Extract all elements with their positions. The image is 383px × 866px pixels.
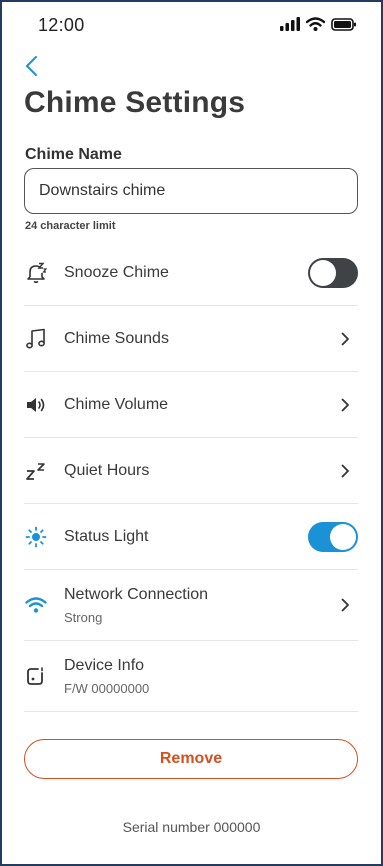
wifi-status-icon [305,17,326,36]
wifi-icon [24,593,48,617]
device-info-row[interactable]: Device Info F/W 00000000 [24,641,358,712]
page-title: Chime Settings [24,86,246,119]
chevron-right-icon [338,597,352,613]
character-limit-hint: 24 character limit [25,220,116,232]
status-icons [280,17,357,36]
phone-screen: 12:00 Chime Settings Chime Name Downstai… [0,0,383,866]
chevron-right-icon [338,331,352,347]
network-strength-value: Strong [64,609,103,625]
network-connection-row[interactable]: Network Connection Strong [24,570,358,641]
chime-volume-label: Chime Volume [64,395,169,413]
snooze-chime-label: Snooze Chime [64,263,169,281]
sun-light-icon [24,525,48,549]
device-info-label: Device Info [64,656,145,674]
status-light-row: Status Light [24,504,358,570]
snooze-chime-text: Snooze Chime [64,264,169,282]
network-connection-text: Network Connection Strong [64,586,208,625]
chime-name-input[interactable] [24,168,358,214]
chime-sounds-row[interactable]: Chime Sounds [24,306,358,372]
chevron-left-icon [24,55,38,82]
status-bar: 12:00 [2,2,381,52]
snooze-chime-row: Snooze Chime [24,240,358,306]
chime-volume-text: Chime Volume [64,396,168,414]
battery-icon [331,17,357,36]
status-light-text: Status Light [64,528,149,546]
back-button[interactable] [16,52,46,84]
network-connection-label: Network Connection [64,585,209,603]
chime-sounds-text: Chime Sounds [64,330,169,348]
device-info-text: Device Info F/W 00000000 [64,657,149,696]
chime-sounds-label: Chime Sounds [64,329,169,347]
snooze-bell-icon [24,261,48,285]
remove-button[interactable]: Remove [24,739,358,779]
toggle-knob [310,259,336,286]
firmware-version: F/W 00000000 [64,680,150,696]
settings-list: Snooze Chime Chime Sounds Chime Volume Q… [24,240,358,712]
device-icon [24,664,48,688]
chime-volume-row[interactable]: Chime Volume [24,372,358,438]
sleep-zz-icon [24,459,48,483]
serial-number: Serial number 000000 [122,819,261,835]
cellular-signal-icon [280,17,300,36]
music-notes-icon [24,327,48,351]
quiet-hours-row[interactable]: Quiet Hours [24,438,358,504]
status-time: 12:00 [38,15,85,35]
status-light-label: Status Light [64,527,149,545]
chime-name-label: Chime Name [25,146,122,163]
quiet-hours-label: Quiet Hours [64,461,150,479]
snooze-chime-toggle[interactable] [308,257,358,288]
quiet-hours-text: Quiet Hours [64,462,149,480]
toggle-knob [330,523,356,550]
speaker-volume-icon [24,393,48,417]
status-light-toggle[interactable] [308,521,358,552]
chevron-right-icon [338,397,352,413]
chevron-right-icon [338,463,352,479]
